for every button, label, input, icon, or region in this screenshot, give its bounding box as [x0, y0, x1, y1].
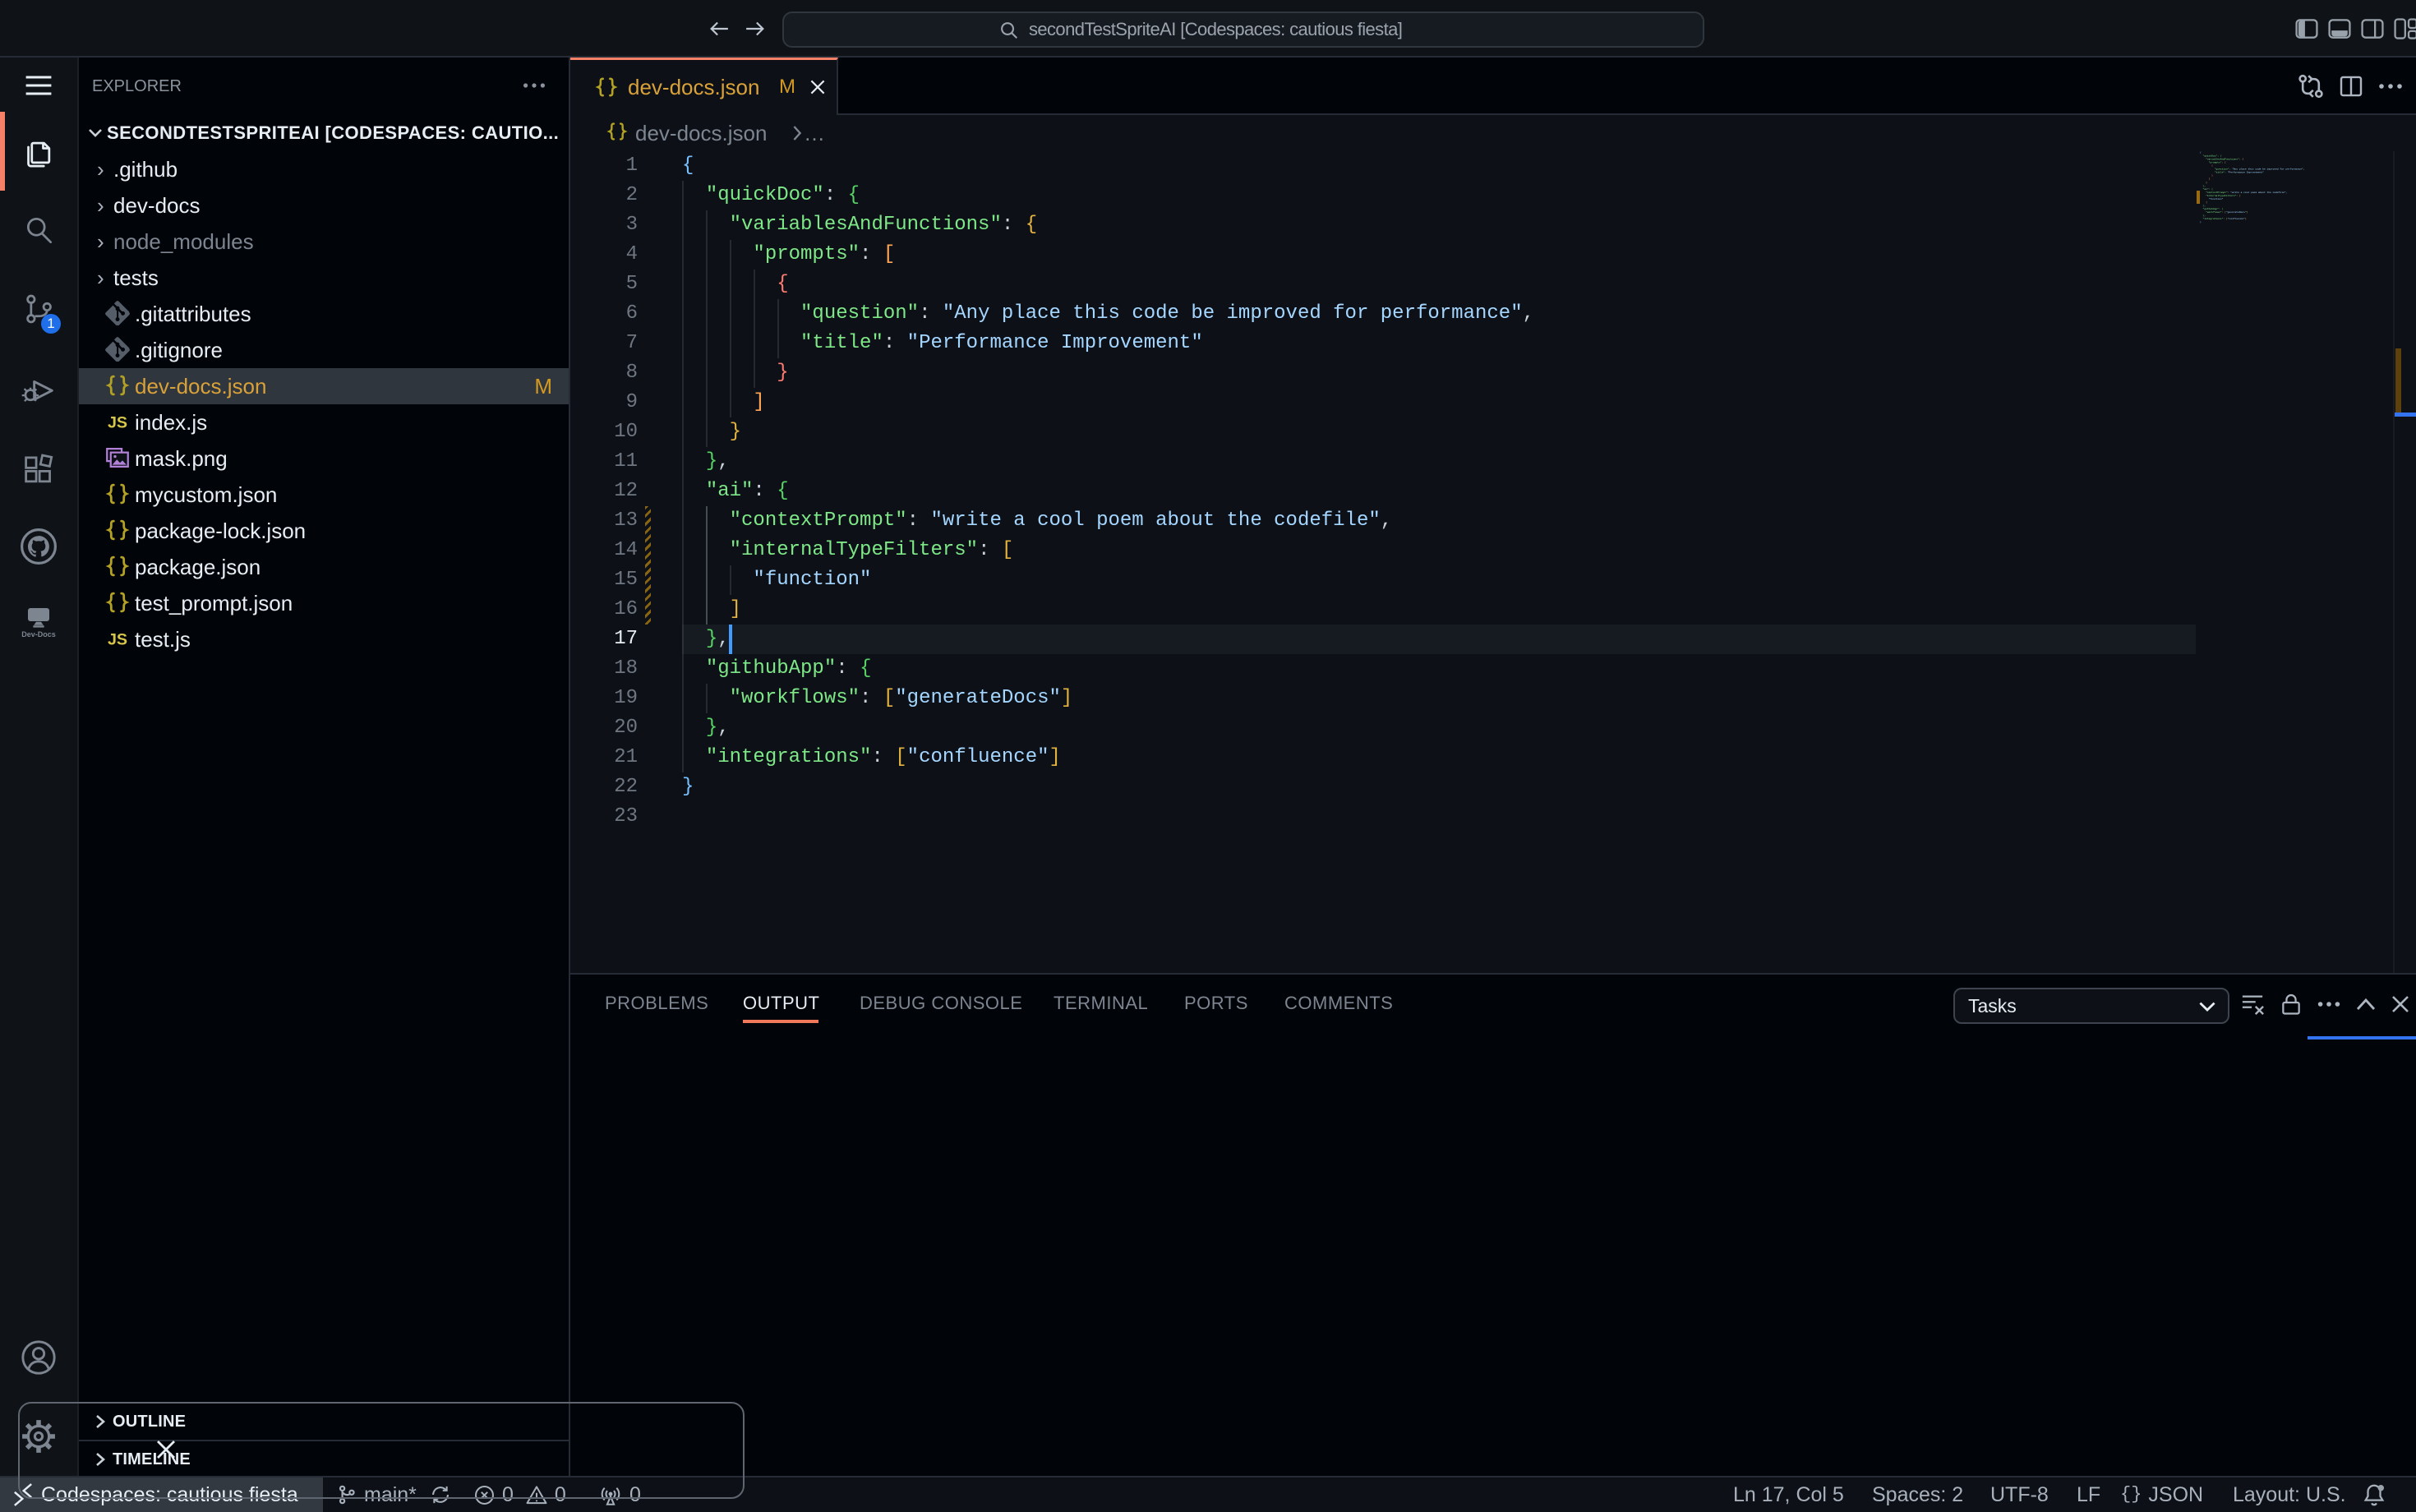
svg-text:JS: JS — [108, 631, 127, 649]
svg-text:JS: JS — [108, 414, 127, 432]
